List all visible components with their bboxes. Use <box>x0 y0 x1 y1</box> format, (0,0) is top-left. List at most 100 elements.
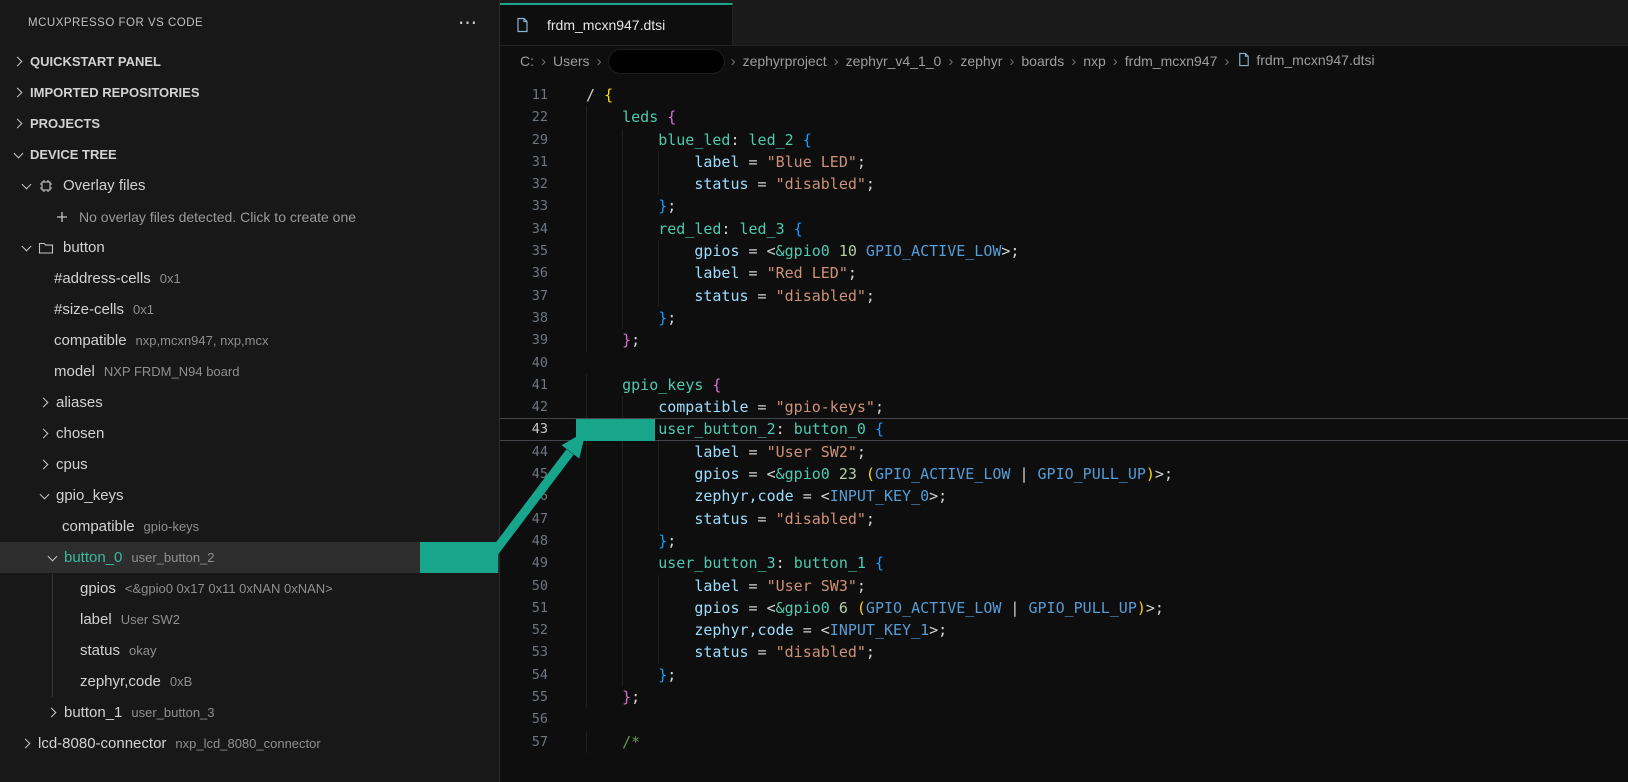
line-number[interactable]: 35 <box>500 240 548 262</box>
line-number[interactable]: 34 <box>500 218 548 240</box>
code-line-content[interactable]: /* <box>548 731 640 753</box>
tree-item-label: #size-cells <box>54 301 124 318</box>
code-line-content[interactable]: blue_led: led_2 { <box>548 129 812 151</box>
tree-item-size-cells[interactable]: #size-cells0x1 <box>0 294 499 325</box>
tree-item-label: model <box>54 363 95 380</box>
line-number[interactable]: 52 <box>500 619 548 641</box>
tree-item-no-overlay-files-detected-click-to-create-one[interactable]: No overlay files detected. Click to crea… <box>0 201 499 232</box>
line-number[interactable]: 54 <box>500 664 548 686</box>
code-line-content[interactable]: zephyr,code = <INPUT_KEY_1>; <box>548 619 947 641</box>
tree-item-button-1[interactable]: button_1user_button_3 <box>0 697 499 728</box>
chevron-down-icon[interactable] <box>44 549 62 567</box>
code-line-content[interactable]: }; <box>548 307 676 329</box>
chevron-down-icon[interactable] <box>36 487 54 505</box>
code-line-content[interactable]: status = "disabled"; <box>548 641 875 663</box>
chevron-right-icon[interactable] <box>44 704 62 722</box>
breadcrumb-item[interactable]: frdm_mcxn947 <box>1125 53 1218 69</box>
line-number[interactable]: 39 <box>500 329 548 351</box>
line-number[interactable]: 56 <box>500 708 548 730</box>
editor-area: frdm_mcxn947.dtsi C:›Users››zephyrprojec… <box>500 0 1628 782</box>
ellipsis-icon[interactable]: ⋯ <box>458 14 477 33</box>
code-line-content[interactable] <box>548 708 586 730</box>
tree-item-quickstart-panel[interactable]: QUICKSTART PANEL <box>0 46 499 77</box>
chevron-down-icon[interactable] <box>10 146 28 164</box>
breadcrumb-item[interactable]: frdm_mcxn947.dtsi <box>1236 52 1374 70</box>
tree-item-label[interactable]: labelUser SW2 <box>0 604 499 635</box>
line-number[interactable]: 53 <box>500 641 548 663</box>
code-line: 32status = "disabled"; <box>500 173 1628 195</box>
line-number[interactable]: 11 <box>500 84 548 106</box>
breadcrumb-item[interactable]: Users <box>553 53 590 69</box>
code-line-content[interactable]: gpios = <&gpio0 10 GPIO_ACTIVE_LOW>; <box>548 240 1019 262</box>
chevron-right-icon[interactable] <box>36 425 54 443</box>
chevron-down-icon[interactable] <box>18 177 36 195</box>
tree-item-compatible[interactable]: compatiblegpio-keys <box>0 511 499 542</box>
code-line-content[interactable]: status = "disabled"; <box>548 173 875 195</box>
code-line-content[interactable]: }; <box>548 329 640 351</box>
breadcrumb-item[interactable]: nxp <box>1083 53 1106 69</box>
chevron-right-icon[interactable] <box>10 84 28 102</box>
code-line-content[interactable]: }; <box>548 686 640 708</box>
tree-item-zephyr-code[interactable]: zephyr,code0xB <box>0 666 499 697</box>
tree-item-aliases[interactable]: aliases <box>0 387 499 418</box>
chevron-right-icon[interactable] <box>36 394 54 412</box>
chevron-right-icon[interactable] <box>10 53 28 71</box>
line-number[interactable]: 36 <box>500 262 548 284</box>
breadcrumb-separator: › <box>1071 53 1076 70</box>
code-line: 54}; <box>500 664 1628 686</box>
code-line-content[interactable]: red_led: led_3 { <box>548 218 803 240</box>
redacted-username <box>609 50 724 73</box>
breadcrumb-item[interactable]: C: <box>520 53 534 69</box>
chevron-right-icon[interactable] <box>36 456 54 474</box>
code-line-content[interactable]: label = "Blue LED"; <box>548 151 866 173</box>
tree-item-lcd-8080-connector[interactable]: lcd-8080-connectornxp_lcd_8080_connector <box>0 728 499 759</box>
tree-item-imported-repositories[interactable]: IMPORTED REPOSITORIES <box>0 77 499 108</box>
tree-item-device-tree[interactable]: DEVICE TREE <box>0 139 499 170</box>
tree-item-button[interactable]: button <box>0 232 499 263</box>
tree-item-address-cells[interactable]: #address-cells0x1 <box>0 263 499 294</box>
editor-tab[interactable]: frdm_mcxn947.dtsi <box>500 3 733 45</box>
tree-item-overlay-files[interactable]: Overlay files <box>0 170 499 201</box>
code-line-content[interactable]: }; <box>548 664 676 686</box>
line-number[interactable]: 22 <box>500 106 548 128</box>
code-line-content[interactable]: status = "disabled"; <box>548 285 875 307</box>
file-code-icon <box>1236 52 1251 70</box>
line-number[interactable]: 40 <box>500 352 548 374</box>
breadcrumb-item[interactable]: zephyr_v4_1_0 <box>846 53 942 69</box>
tree-item-chosen[interactable]: chosen <box>0 418 499 449</box>
breadcrumb-item[interactable]: zephyr <box>960 53 1002 69</box>
line-number[interactable]: 51 <box>500 597 548 619</box>
tree-item-projects[interactable]: PROJECTS <box>0 108 499 139</box>
tree-item-value: nxp,mcxn947, nxp,mcx <box>136 333 269 348</box>
chevron-right-icon[interactable] <box>18 735 36 753</box>
tree-item-value: NXP FRDM_N94 board <box>104 364 240 379</box>
indent-guide <box>586 619 622 641</box>
code-line-content[interactable]: leds { <box>548 106 676 128</box>
tree-item-gpio-keys[interactable]: gpio_keys <box>0 480 499 511</box>
tree-item-model[interactable]: model NXP FRDM_N94 board <box>0 356 499 387</box>
line-number[interactable]: 38 <box>500 307 548 329</box>
line-number[interactable]: 32 <box>500 173 548 195</box>
line-number[interactable]: 33 <box>500 195 548 217</box>
code-line-content[interactable]: label = "Red LED"; <box>548 262 857 284</box>
line-number[interactable]: 31 <box>500 151 548 173</box>
line-number[interactable]: 29 <box>500 129 548 151</box>
code-editor[interactable]: 11/ {22leds {29blue_led: led_2 {31label … <box>500 76 1628 753</box>
tree-item-status[interactable]: statusokay <box>0 635 499 666</box>
code-line-content[interactable]: gpios = <&gpio0 6 (GPIO_ACTIVE_LOW | GPI… <box>548 597 1164 619</box>
line-number[interactable]: 57 <box>500 731 548 753</box>
chevron-right-icon[interactable] <box>10 115 28 133</box>
tree-item-compatible[interactable]: compatiblenxp,mcxn947, nxp,mcx <box>0 325 499 356</box>
line-number[interactable]: 55 <box>500 686 548 708</box>
tree-item-gpios[interactable]: gpios<&gpio0 0x17 0x11 0xNAN 0xNAN> <box>0 573 499 604</box>
tree-item-cpus[interactable]: cpus <box>0 449 499 480</box>
code-line: 35gpios = <&gpio0 10 GPIO_ACTIVE_LOW>; <box>500 240 1628 262</box>
line-number[interactable]: 37 <box>500 285 548 307</box>
code-line: 55}; <box>500 686 1628 708</box>
code-line-content[interactable]: }; <box>548 195 676 217</box>
breadcrumb-item[interactable]: zephyrproject <box>743 53 827 69</box>
breadcrumb-item[interactable]: boards <box>1021 53 1064 69</box>
chevron-down-icon[interactable] <box>18 239 36 257</box>
code-line-content[interactable] <box>548 352 586 374</box>
code-line-content[interactable]: / { <box>548 84 613 106</box>
